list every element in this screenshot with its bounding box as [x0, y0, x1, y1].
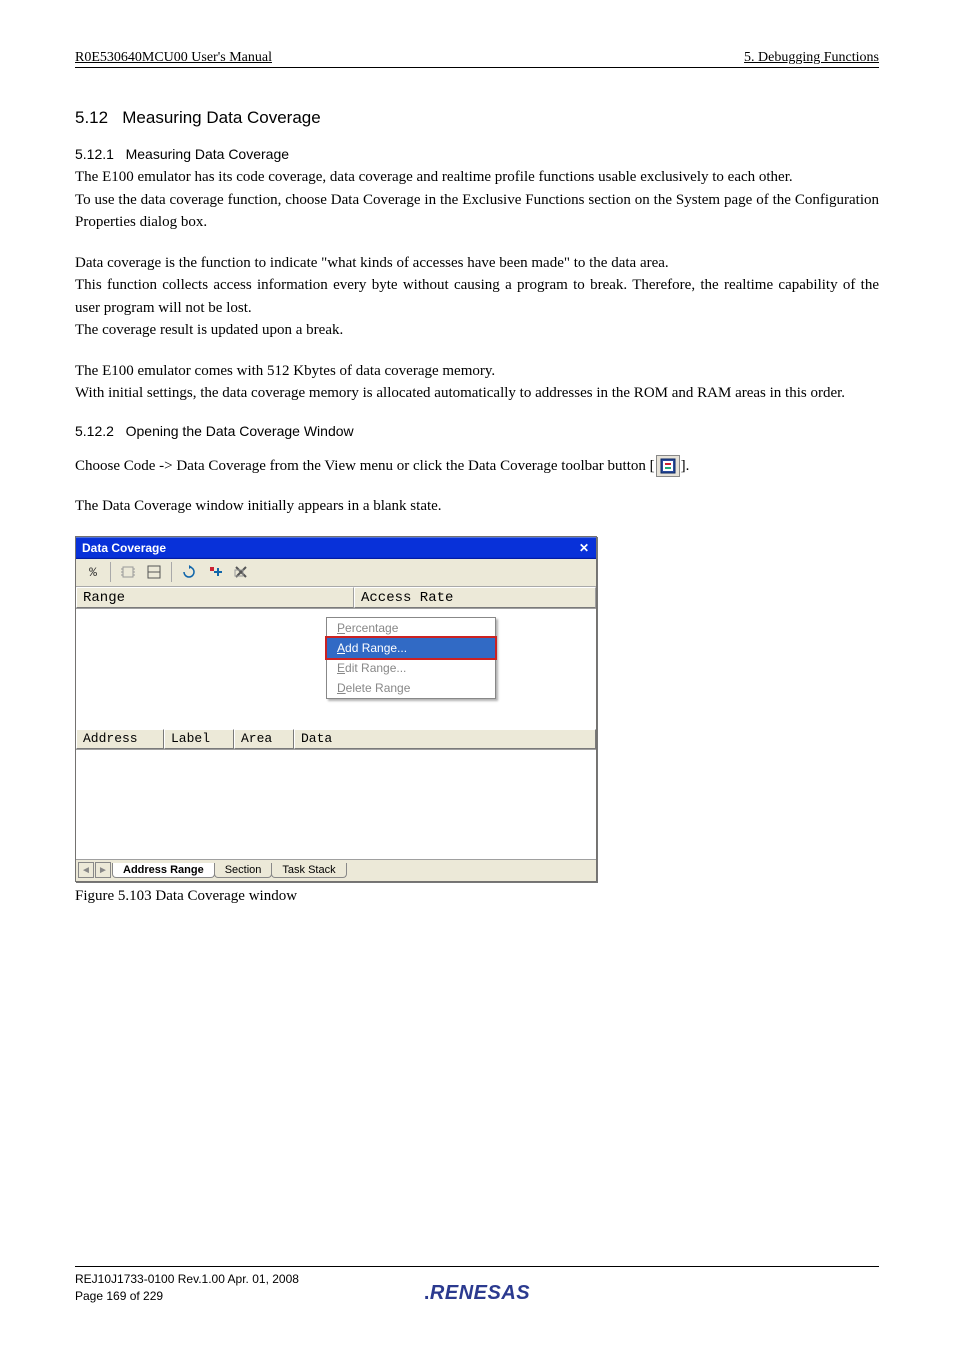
- tab-section[interactable]: Section: [214, 863, 273, 878]
- window-titlebar[interactable]: Data Coverage ✕: [76, 537, 596, 559]
- logo-text: RENESAS: [430, 1282, 530, 1304]
- menu-mnemonic: E: [337, 661, 345, 675]
- column-header-access-rate[interactable]: Access Rate: [354, 587, 596, 608]
- window-toolbar: %: [76, 559, 596, 587]
- lower-grid-body[interactable]: [76, 749, 596, 859]
- menu-item-add-range[interactable]: Add Range...: [327, 638, 495, 658]
- menu-item-edit-range: Edit Range...: [327, 658, 495, 678]
- menu-item-label: ercentage: [345, 621, 398, 635]
- clear-icon[interactable]: [230, 561, 252, 583]
- window-title: Data Coverage: [82, 541, 166, 555]
- menu-item-delete-range: Delete Range: [327, 678, 495, 698]
- footer-left: REJ10J1733-0100 Rev.1.00 Apr. 01, 2008 P…: [75, 1271, 299, 1305]
- layout-icon[interactable]: [143, 561, 165, 583]
- menu-mnemonic: A: [337, 641, 345, 655]
- subsection-number: 5.12.2: [75, 423, 114, 439]
- percent-button[interactable]: %: [82, 561, 104, 583]
- page-header: R0E530640MCU00 User's Manual 5. Debuggin…: [75, 50, 879, 68]
- paragraph: To use the data coverage function, choos…: [75, 189, 879, 234]
- data-coverage-window: Data Coverage ✕ % Range Access Rate Perc…: [75, 536, 597, 882]
- paragraph: The Data Coverage window initially appea…: [75, 495, 879, 518]
- refresh-icon[interactable]: [178, 561, 200, 583]
- toolbar-separator: [110, 562, 111, 582]
- footer-revision: REJ10J1733-0100 Rev.1.00 Apr. 01, 2008: [75, 1271, 299, 1288]
- hardware-icon[interactable]: [117, 561, 139, 583]
- upper-grid-header: Range Access Rate: [76, 587, 596, 609]
- lower-grid-header: Address Label Area Data: [76, 729, 596, 749]
- paragraph: Choose Code -> Data Coverage from the Vi…: [75, 455, 879, 478]
- manual-title: R0E530640MCU00 User's Manual: [75, 50, 272, 66]
- data-coverage-toolbar-icon: [656, 455, 680, 477]
- subsection-number: 5.12.1: [75, 146, 114, 162]
- paragraph: The E100 emulator comes with 512 Kbytes …: [75, 360, 879, 383]
- context-menu: Percentage Add Range... Edit Range... De…: [326, 617, 496, 699]
- paragraph: The coverage result is updated upon a br…: [75, 319, 879, 342]
- footer-page: Page 169 of 229: [75, 1288, 299, 1305]
- paragraph: With initial settings, the data coverage…: [75, 382, 879, 405]
- toolbar-separator: [171, 562, 172, 582]
- column-header-area[interactable]: Area: [234, 729, 294, 749]
- renesas-logo: .RENESAS: [424, 1282, 530, 1305]
- section-title: Measuring Data Coverage: [122, 108, 320, 127]
- page-footer: REJ10J1733-0100 Rev.1.00 Apr. 01, 2008 P…: [75, 1266, 879, 1305]
- paragraph: Data coverage is the function to indicat…: [75, 252, 879, 275]
- tab-address-range[interactable]: Address Range: [112, 863, 215, 878]
- tab-task-stack[interactable]: Task Stack: [271, 863, 346, 878]
- subsection-title: Measuring Data Coverage: [126, 146, 289, 162]
- section-heading: 5.12 Measuring Data Coverage: [75, 108, 879, 128]
- section-number: 5.12: [75, 108, 108, 127]
- column-header-data[interactable]: Data: [294, 729, 596, 749]
- chapter-title: 5. Debugging Functions: [744, 50, 879, 66]
- paragraph-text: Choose Code -> Data Coverage from the Vi…: [75, 458, 655, 474]
- paragraph: This function collects access informatio…: [75, 274, 879, 319]
- menu-item-label: dd Range...: [345, 641, 407, 655]
- menu-mnemonic: P: [337, 621, 345, 635]
- menu-item-percentage: Percentage: [327, 618, 495, 638]
- paragraph: The E100 emulator has its code coverage,…: [75, 166, 879, 189]
- close-icon[interactable]: ✕: [575, 540, 593, 556]
- tab-nav-prev[interactable]: ◄: [78, 862, 94, 878]
- upper-grid-body[interactable]: Percentage Add Range... Edit Range... De…: [76, 609, 596, 729]
- menu-mnemonic: D: [337, 681, 346, 695]
- window-tabs: ◄ ► Address Range Section Task Stack: [76, 859, 596, 881]
- column-header-address[interactable]: Address: [76, 729, 164, 749]
- tab-nav-next[interactable]: ►: [95, 862, 111, 878]
- column-header-range[interactable]: Range: [76, 587, 354, 608]
- menu-item-label: dit Range...: [345, 661, 406, 675]
- subsection-heading-2: 5.12.2 Opening the Data Coverage Window: [75, 423, 879, 439]
- subsection-heading-1: 5.12.1 Measuring Data Coverage: [75, 146, 879, 162]
- subsection-title: Opening the Data Coverage Window: [126, 423, 354, 439]
- menu-item-label: elete Range: [346, 681, 411, 695]
- paragraph-text: ].: [681, 458, 690, 474]
- figure-caption: Figure 5.103 Data Coverage window: [75, 888, 879, 905]
- column-header-label[interactable]: Label: [164, 729, 234, 749]
- insert-icon[interactable]: [204, 561, 226, 583]
